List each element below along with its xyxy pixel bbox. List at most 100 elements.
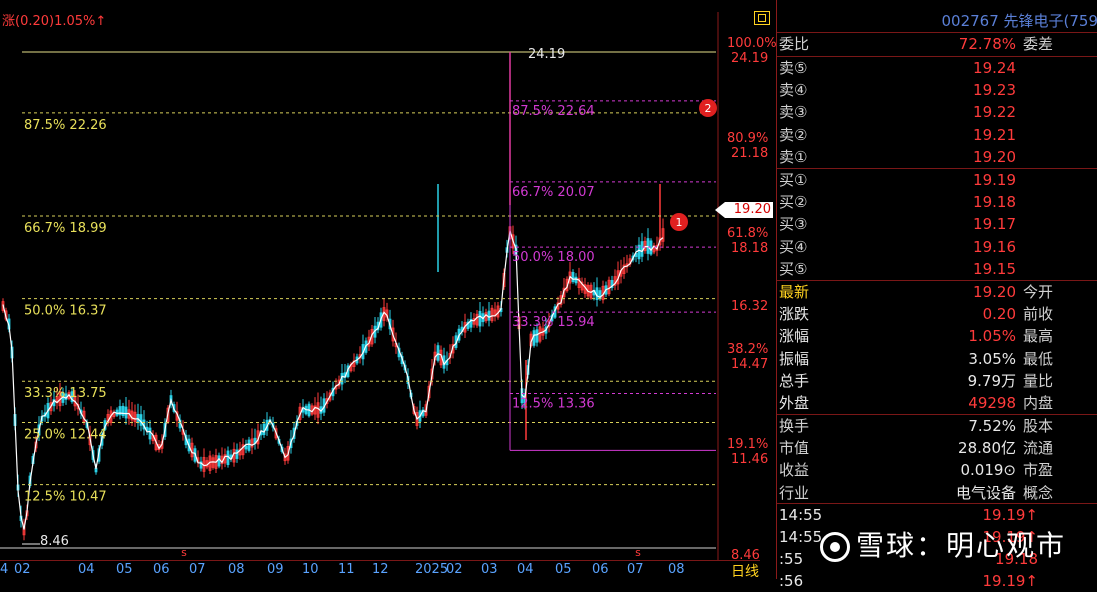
month-axis: 4 02 04 05 06 07 08 09 10 11 12 2025 02 03 04 05 06 07 08 bbox=[0, 560, 760, 580]
tick-price: 19.19↑ bbox=[982, 506, 1038, 524]
fib-right-label: 66.7% 20.07 bbox=[512, 185, 595, 200]
stock-title: 002767 先锋电子(759 bbox=[941, 12, 1097, 30]
fib-right-label: 87.5% 22.64 bbox=[512, 104, 595, 119]
quote-row-label: 振幅 bbox=[779, 349, 810, 368]
ratio-label: 委比 bbox=[779, 35, 810, 53]
quote-row-label2: 最低 bbox=[1023, 349, 1054, 368]
month-label: 06 bbox=[153, 562, 170, 577]
bid-row: 买③ 19.17 bbox=[777, 213, 1097, 235]
fib-left-label: 12.5% 10.47 bbox=[24, 490, 107, 505]
month-label: 08 bbox=[228, 562, 245, 577]
quote-row-label2: 今开 bbox=[1023, 283, 1054, 301]
fund-row: 市值 28.80亿 流通 bbox=[777, 437, 1097, 459]
tick-time: :55 bbox=[779, 550, 804, 568]
fund-row-label: 换手 bbox=[779, 417, 810, 435]
quote-row: 外盘 49298 内盘 bbox=[777, 392, 1097, 414]
fund-row-value: 0.019⊙ bbox=[960, 461, 1016, 480]
fund-row: 换手 7.52% 股本 bbox=[777, 415, 1097, 437]
quote-row: 总手 9.79万 量比 bbox=[777, 370, 1097, 392]
fund-row-label2: 市盈 bbox=[1023, 461, 1054, 480]
s-marker: s bbox=[181, 546, 187, 559]
quote-row-value: 0.20 bbox=[982, 305, 1016, 324]
fund-row-label2: 概念 bbox=[1023, 483, 1054, 502]
period-label[interactable]: 日线 bbox=[731, 561, 759, 581]
quote-row: 涨幅 1.05% 最高 bbox=[777, 325, 1097, 347]
bid-row-value: 19.16 bbox=[973, 237, 1016, 256]
bid-row-value: 19.15 bbox=[973, 259, 1016, 278]
bid-row-label: 买② bbox=[779, 193, 808, 212]
fib-left-label: 33.3% 13.75 bbox=[24, 386, 107, 401]
month-label: 08 bbox=[668, 562, 685, 577]
ask-row-label: 卖① bbox=[779, 147, 808, 166]
tick-time: 14:55 bbox=[779, 528, 823, 546]
fund-row-label2: 流通 bbox=[1023, 439, 1054, 458]
tick-price: 19.19↑ bbox=[982, 572, 1038, 590]
quote-row-label: 最新 bbox=[779, 283, 810, 301]
fund-row-label: 市值 bbox=[779, 439, 810, 458]
quote-panel: 002767 先锋电子(759 委比 72.78% 委差 卖⑤ 19.24 卖④ 19… bbox=[776, 0, 1097, 590]
snowball-logo-icon bbox=[820, 532, 850, 562]
ask-row-value: 19.24 bbox=[973, 59, 1016, 77]
quote-row-label2: 量比 bbox=[1023, 371, 1054, 390]
ask-row: 卖① 19.20 bbox=[777, 146, 1097, 168]
month-label: 09 bbox=[267, 562, 284, 577]
fund-row: 收益 0.019⊙ 市盈 bbox=[777, 459, 1097, 481]
month-label: 07 bbox=[189, 562, 206, 577]
axis-price-label: 14.47 bbox=[731, 357, 769, 373]
bid-row: 买① 19.19 bbox=[777, 169, 1097, 191]
watermark: 雪球：明心观市 bbox=[820, 524, 1066, 564]
axis-price-label: 24.19 bbox=[731, 51, 769, 66]
ask-row-label: 卖④ bbox=[779, 81, 808, 100]
axis-pct-label: 38.2% bbox=[727, 342, 769, 358]
bid-row: 买④ 19.16 bbox=[777, 236, 1097, 258]
quote-row: 振幅 3.05% 最低 bbox=[777, 348, 1097, 370]
bid-row: 买② 19.18 bbox=[777, 191, 1097, 213]
tick-row: 14:55 19.19↑ bbox=[777, 504, 1097, 526]
ask-row-label: 卖③ bbox=[779, 103, 808, 122]
month-label: 02 bbox=[446, 562, 463, 577]
fund-row-label2: 股本 bbox=[1023, 417, 1054, 435]
high-price-label: 24.19 bbox=[528, 47, 565, 62]
ask-row: 卖② 19.21 bbox=[777, 124, 1097, 146]
axis-pct-label: 100.0% bbox=[727, 36, 777, 51]
month-label: 4 bbox=[0, 562, 9, 577]
month-label: 04 bbox=[517, 562, 534, 577]
ask-row-value: 19.23 bbox=[973, 81, 1016, 100]
svg-text:2: 2 bbox=[705, 102, 712, 115]
fund-row-value: 28.80亿 bbox=[958, 439, 1016, 458]
quote-row: 涨跌 0.20 前收 bbox=[777, 303, 1097, 325]
tick-time: :56 bbox=[779, 572, 804, 590]
ask-row-label: 卖⑤ bbox=[779, 59, 808, 77]
window-toggle-icon[interactable] bbox=[754, 11, 770, 25]
ask-row: 卖③ 19.22 bbox=[777, 101, 1097, 123]
quote-row-value: 19.20 bbox=[973, 283, 1016, 301]
quote-row-value: 1.05% bbox=[968, 327, 1016, 346]
fib-left-label: 87.5% 22.26 bbox=[24, 118, 107, 133]
month-label: 10 bbox=[302, 562, 319, 577]
fund-row-label: 收益 bbox=[779, 461, 810, 480]
ask-row: 卖⑤ 19.24 bbox=[777, 57, 1097, 79]
bid-row-label: 买④ bbox=[779, 237, 808, 256]
ask-row-value: 19.22 bbox=[973, 103, 1016, 122]
fib-left-label: 50.0% 16.37 bbox=[24, 304, 107, 319]
month-label: 12 bbox=[372, 562, 389, 577]
month-label: 07 bbox=[627, 562, 644, 577]
month-label: 02 bbox=[14, 562, 31, 577]
svg-text:1: 1 bbox=[676, 216, 683, 229]
quote-row-label2: 前收 bbox=[1023, 305, 1054, 324]
bid-row-value: 19.19 bbox=[973, 171, 1016, 189]
quote-row-value: 9.79万 bbox=[967, 371, 1016, 390]
month-label: 04 bbox=[78, 562, 95, 577]
month-label: 2025 bbox=[415, 562, 449, 577]
ratio-value: 72.78% bbox=[958, 35, 1016, 53]
kline-chart[interactable]: 87.5% 22.26 66.7% 18.99 50.0% 16.37 33.3% 1… bbox=[0, 0, 720, 579]
fund-row-value: 电气设备 bbox=[955, 483, 1016, 502]
ask-row: 卖④ 19.23 bbox=[777, 79, 1097, 101]
diff-label: 委差 bbox=[1023, 35, 1054, 53]
axis-price-label: 16.32 bbox=[731, 299, 769, 315]
fib-left-label: 25.0% 12.44 bbox=[24, 428, 107, 443]
axis-pct-label: 80.9% bbox=[727, 130, 769, 146]
s-marker: s bbox=[635, 546, 641, 559]
bid-row-value: 19.17 bbox=[973, 215, 1016, 234]
quote-row-label: 涨幅 bbox=[779, 327, 810, 346]
